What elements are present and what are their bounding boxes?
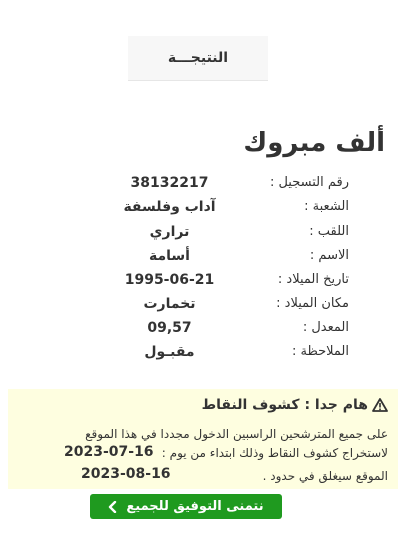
field-row-birthdate: تاريخ الميلاد : 1995-06-21 — [0, 272, 407, 294]
notice-line-1: على جميع المترشحين الراسبين الدخول مجددا… — [85, 427, 388, 441]
notice-line-2: لاستخراج كشوف النقاط وذلك ابتداء من يوم … — [161, 446, 388, 460]
field-value: 1995-06-21 — [124, 272, 215, 288]
field-value: أسامة — [149, 248, 190, 264]
notice-start-date: 2023-07-16 — [64, 444, 154, 460]
good-luck-button-label: نتمنى التوفيق للجميع — [126, 499, 264, 514]
good-luck-button[interactable]: نتمنى التوفيق للجميع — [90, 494, 282, 519]
field-row-birthplace: مكان الميلاد : تخمارت — [0, 296, 407, 318]
warning-triangle-icon — [372, 398, 388, 412]
notice-line-3: الموقع سيغلق في حدود . — [262, 469, 388, 483]
notice-title: هام جدا : كشوف النقاط — [202, 397, 388, 413]
field-value: 09,57 — [147, 320, 192, 336]
notice-box: هام جدا : كشوف النقاط على جميع المترشحين… — [8, 389, 398, 489]
congratulations-title: ألف مبروك — [243, 128, 385, 158]
notice-title-text: هام جدا : كشوف النقاط — [201, 397, 368, 413]
field-value: 38132217 — [130, 175, 209, 191]
field-row-firstname: الاسم : أسامة — [0, 248, 407, 270]
field-value: مقبـول — [144, 344, 195, 360]
field-row-remark: الملاحظة : مقبـول — [0, 344, 407, 366]
field-value: تراري — [149, 224, 190, 240]
field-row-surname: اللقب : تراري — [0, 224, 407, 246]
result-tab-label: النتيجـــة — [167, 50, 229, 66]
field-row-branch: الشعبة : آداب وفلسفة — [0, 199, 407, 221]
result-tab[interactable]: النتيجـــة — [128, 36, 268, 81]
field-value: تخمارت — [143, 296, 196, 312]
field-row-registration: رقم التسجيل : 38132217 — [0, 175, 407, 197]
field-value: آداب وفلسفة — [123, 199, 216, 215]
chevron-left-icon — [109, 500, 117, 513]
field-row-average: المعدل : 09,57 — [0, 320, 407, 342]
notice-end-date: 2023-08-16 — [81, 466, 171, 482]
